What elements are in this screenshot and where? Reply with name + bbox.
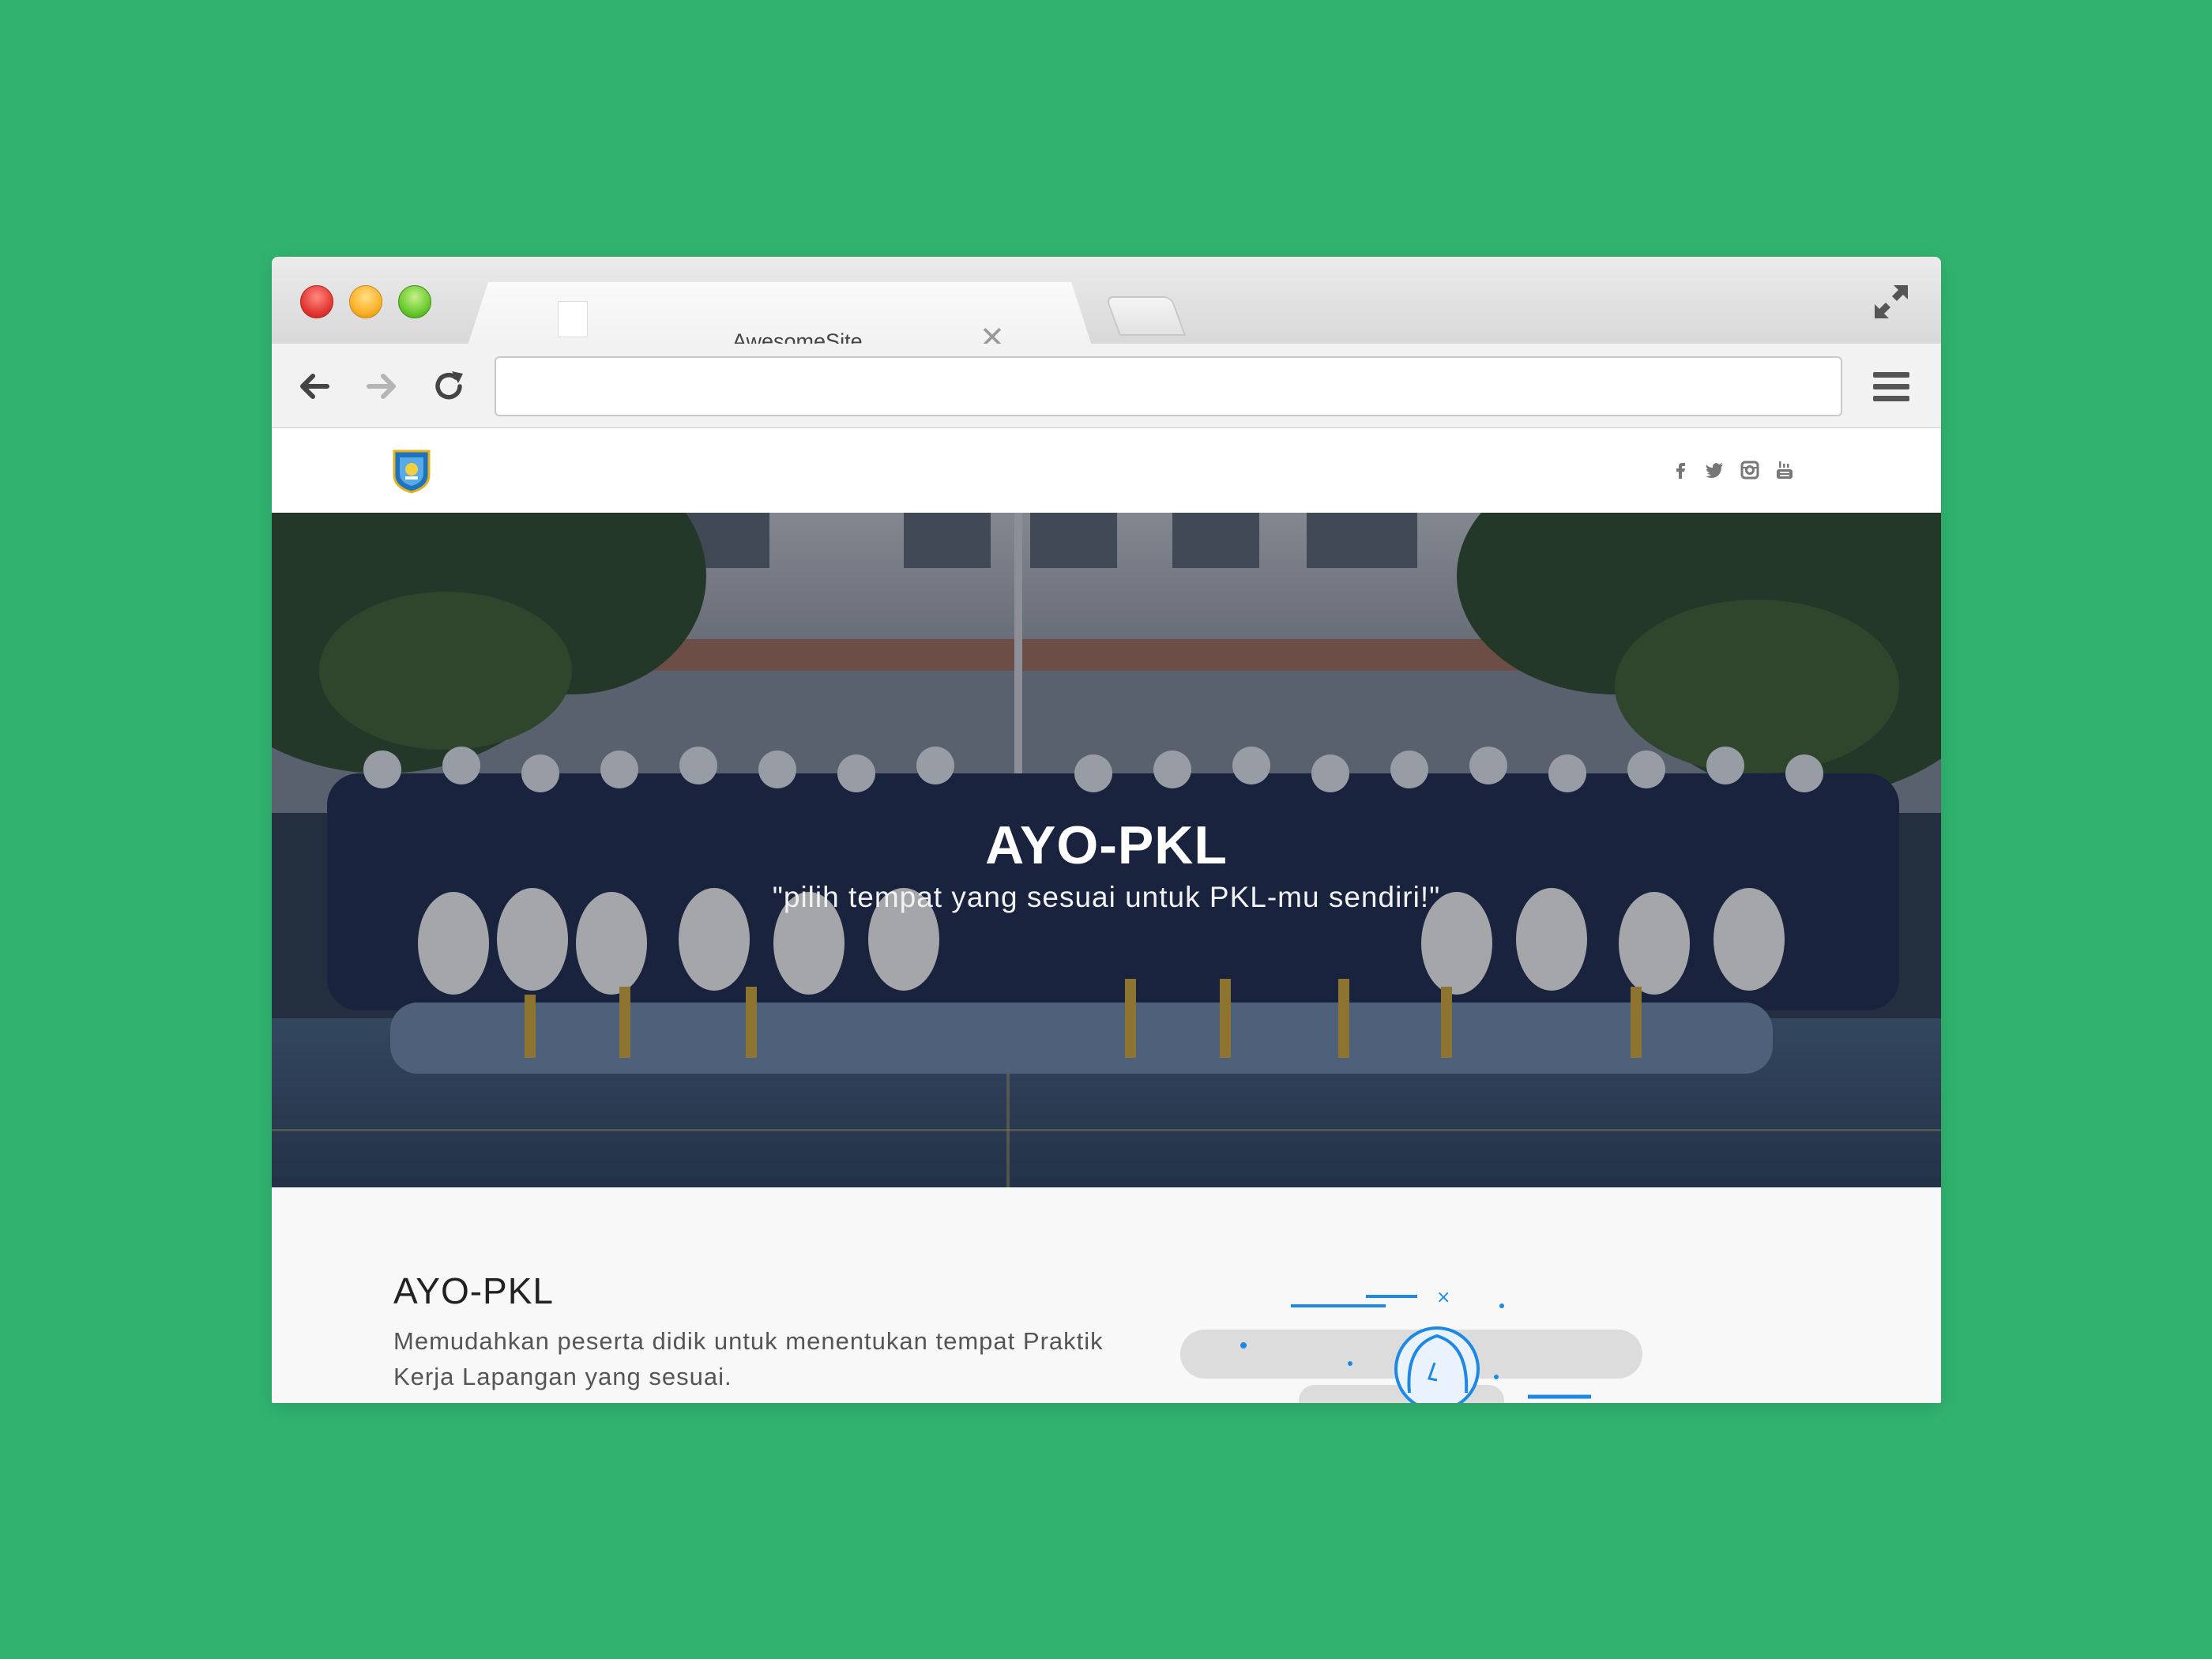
youtube-icon[interactable] (1774, 460, 1795, 480)
fullscreen-icon[interactable] (1872, 282, 1911, 322)
address-bar[interactable] (495, 356, 1842, 416)
reload-icon[interactable] (430, 367, 468, 405)
about-title: AYO-PKL (393, 1270, 554, 1311)
hero-banner: AYO-PKL "pilih tempat yang sesuai untuk … (272, 513, 1941, 1187)
site-header (272, 428, 1941, 513)
forward-arrow-icon[interactable] (363, 367, 401, 405)
about-description: Memudahkan peserta didik untuk menentuka… (393, 1327, 1104, 1390)
hero-title: AYO-PKL (985, 815, 1228, 875)
school-logo[interactable] (392, 448, 431, 494)
title-bar: AwesomeSite ✕ (272, 257, 1941, 344)
person-illustration: × (1180, 1290, 1642, 1403)
back-arrow-icon[interactable] (295, 367, 333, 405)
hamburger-menu-icon[interactable] (1872, 369, 1911, 404)
close-window-button[interactable] (300, 285, 333, 318)
hero-subtitle: "pilih tempat yang sesuai untuk PKL-mu s… (772, 881, 1441, 913)
favicon-icon (558, 301, 588, 337)
facebook-icon[interactable] (1670, 460, 1691, 480)
minimize-window-button[interactable] (349, 285, 382, 318)
browser-window: AwesomeSite ✕ AYO-PKL "pilih tempat yang… (272, 257, 1941, 1403)
new-tab-button[interactable] (1104, 296, 1187, 336)
instagram-icon[interactable] (1740, 460, 1760, 480)
svg-text:×: × (1436, 1290, 1450, 1307)
browser-toolbar (272, 344, 1941, 428)
maximize-window-button[interactable] (398, 285, 431, 318)
about-section: AYO-PKL Memudahkan peserta didik untuk m… (272, 1187, 1941, 1403)
twitter-icon[interactable] (1704, 460, 1725, 480)
